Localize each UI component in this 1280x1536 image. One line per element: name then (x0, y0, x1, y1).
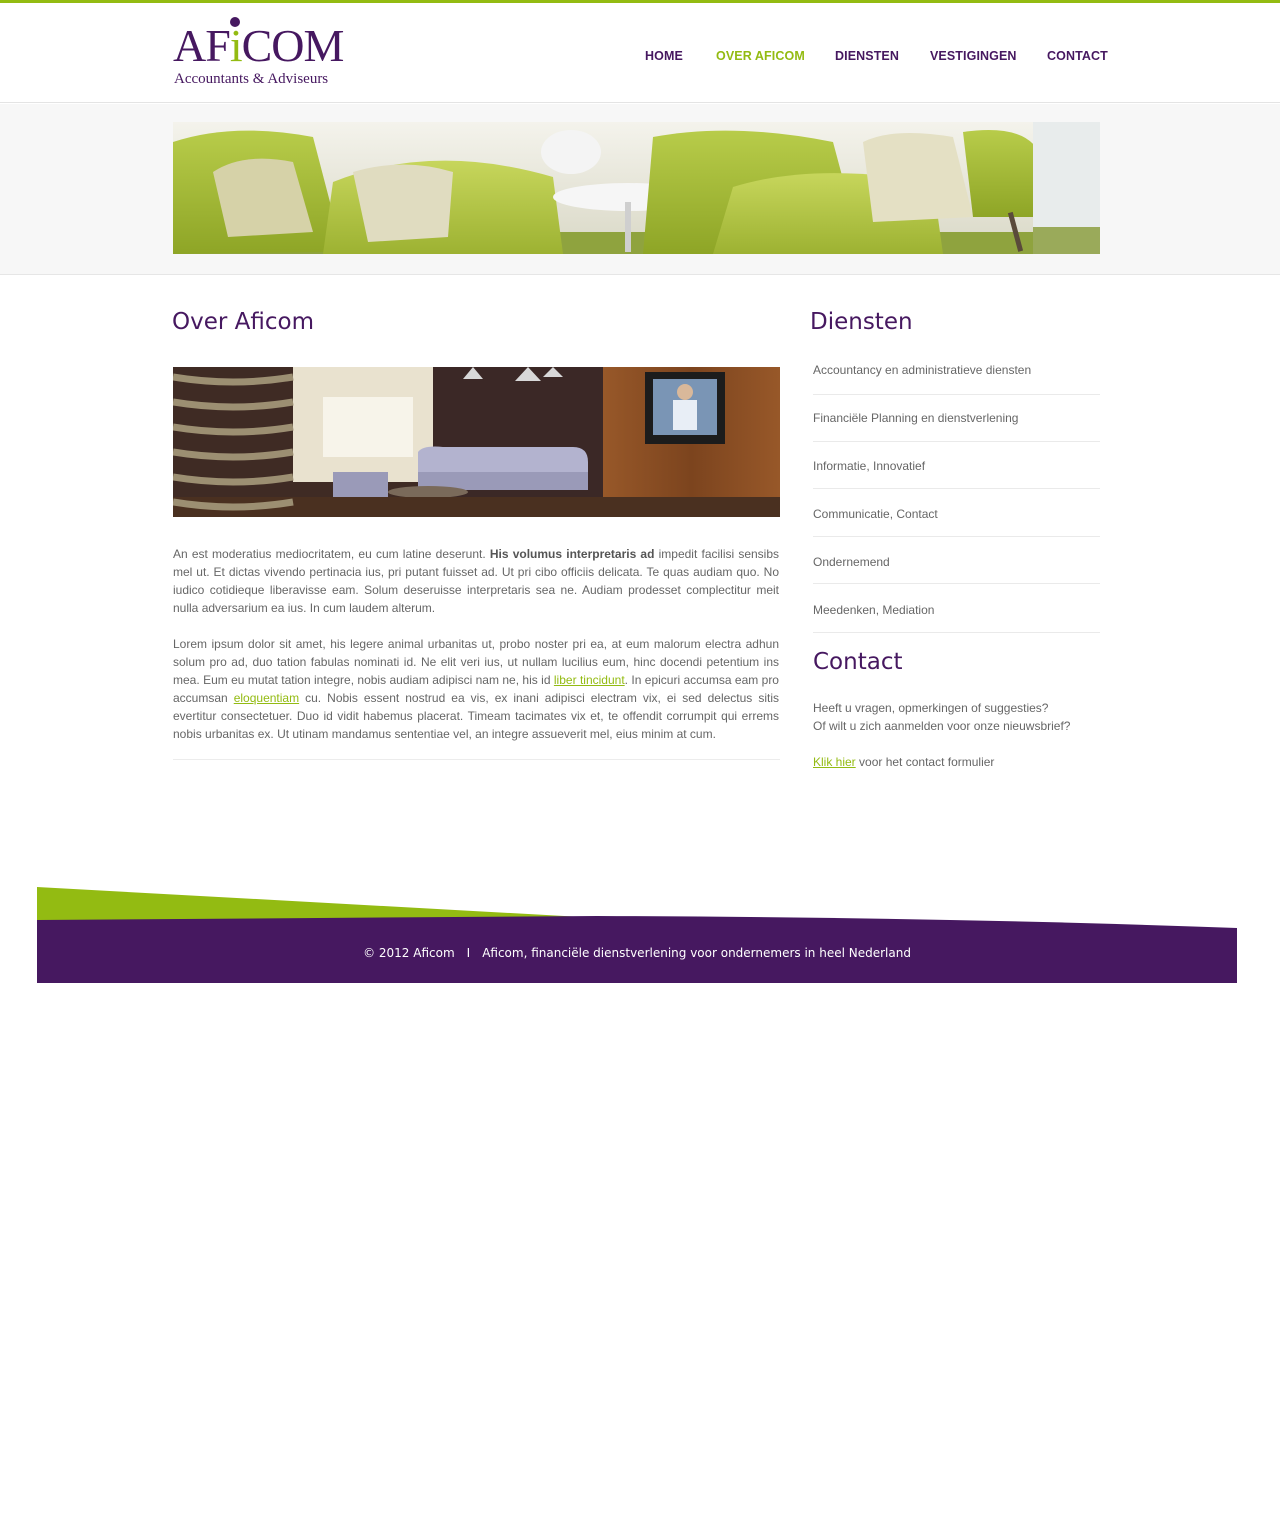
lounge-chairs-illustration (173, 122, 1100, 254)
office-interior-photo (173, 367, 780, 517)
diensten-title: Diensten (810, 309, 913, 335)
liber-tincidunt-link[interactable]: liber tincidunt (554, 673, 625, 687)
service-divider (813, 394, 1100, 395)
footer-text: © 2012 Aficom I Aficom, financiële dienstv… (37, 946, 1237, 960)
intro-paragraph: An est moderatius mediocritatem, eu cum … (173, 545, 779, 617)
service-divider (813, 536, 1100, 537)
office-lounge-illustration (173, 367, 780, 517)
service-divider (813, 583, 1100, 584)
service-item-accountancy[interactable]: Accountancy en administratieve diensten (813, 363, 1100, 377)
main-navigation: HOME OVER AFICOM DIENSTEN VESTIGINGEN CO… (0, 49, 1280, 69)
footer-copyright: © 2012 Aficom (363, 946, 455, 960)
service-item-ondernemend[interactable]: Ondernemend (813, 555, 1100, 569)
service-divider (813, 441, 1100, 442)
text-segment: An est moderatius mediocritatem, eu cum … (173, 547, 490, 561)
footer-separator: I (466, 946, 471, 960)
nav-contact[interactable]: CONTACT (1047, 49, 1108, 63)
contact-form-link[interactable]: Klik hier (813, 755, 856, 769)
nav-vestigingen[interactable]: VESTIGINGEN (930, 49, 1017, 63)
service-divider (813, 488, 1100, 489)
body-paragraph: Lorem ipsum dolor sit amet, his legere a… (173, 635, 779, 743)
header-banner-image (173, 122, 1100, 254)
logo-subtitle: Accountants & Adviseurs (174, 71, 329, 87)
contact-title: Contact (813, 649, 903, 675)
service-item-informatie[interactable]: Informatie, Innovatief (813, 459, 1100, 473)
service-item-financiele-planning[interactable]: Financiële Planning en dienstverlening (813, 411, 1100, 425)
footer-wave-shape (37, 887, 1237, 983)
contact-form-line: Klik hier voor het contact formulier (813, 755, 994, 769)
contact-question-line: Heeft u vragen, opmerkingen of suggestie… (813, 701, 1049, 715)
nav-diensten[interactable]: DIENSTEN (835, 49, 899, 63)
nav-home[interactable]: HOME (645, 49, 683, 63)
site-footer: © 2012 Aficom I Aficom, financiële dienstv… (37, 887, 1237, 983)
nav-over-aficom[interactable]: OVER AFICOM (716, 49, 805, 63)
contact-newsletter-line: Of wilt u zich aanmelden voor onze nieuw… (813, 719, 1071, 733)
eloquentiam-link[interactable]: eloquentiam (234, 691, 299, 705)
bold-text: His volumus interpretaris ad (489, 547, 655, 561)
page-title: Over Aficom (172, 309, 314, 335)
contact-form-text: voor het contact formulier (855, 755, 995, 769)
service-divider (813, 632, 1100, 633)
service-item-communicatie[interactable]: Communicatie, Contact (813, 507, 1100, 521)
service-item-meedenken[interactable]: Meedenken, Mediation (813, 603, 1100, 617)
footer-tagline: Aficom, financiële dienstverlening voor … (482, 946, 911, 960)
banner-band (0, 104, 1280, 275)
site-header: AFiCOM Accountants & Adviseurs HOME OVER… (0, 3, 1280, 103)
content-divider (173, 759, 780, 760)
